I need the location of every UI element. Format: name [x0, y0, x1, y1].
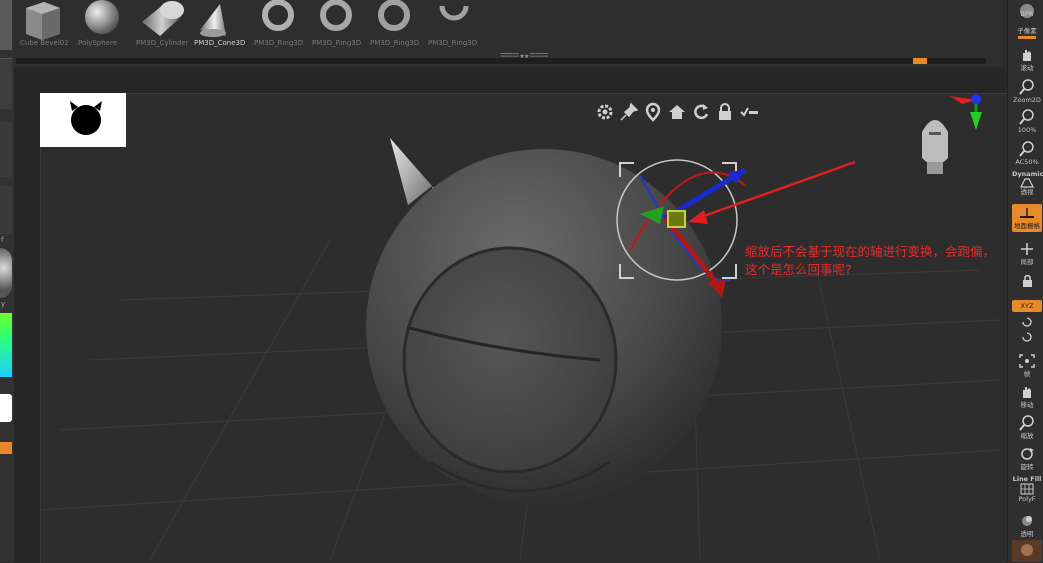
- perspective-label: 透视: [1020, 188, 1034, 196]
- move-hand-icon: [1016, 383, 1038, 401]
- bpr-button[interactable]: BPR: [1012, 2, 1042, 18]
- ghost-button[interactable]: [1012, 540, 1042, 562]
- floor-grid-icon: [1016, 204, 1038, 222]
- check-toggle-icon[interactable]: [738, 101, 759, 123]
- frame-label: 帧: [1023, 370, 1031, 378]
- bpr-label: BPR: [1020, 10, 1034, 18]
- perspective-icon: [1016, 178, 1038, 188]
- linefill-label: Line Fill: [1012, 475, 1042, 483]
- frame-icon: [1016, 352, 1038, 370]
- annotation-text: 缩放后不会基于现在的轴进行变换，会跑偏，这个是怎么回事呢?: [745, 244, 996, 277]
- lock-icon[interactable]: [714, 101, 735, 123]
- zoom100-button[interactable]: 100%: [1012, 108, 1042, 134]
- zoom2d-label: Zoom2D: [1013, 96, 1041, 104]
- xyz-label: XYZ: [1020, 302, 1034, 310]
- move-label: 移动: [1020, 401, 1034, 409]
- navigator-panel[interactable]: [40, 93, 126, 147]
- perspective-button[interactable]: Dynamic 透视: [1012, 170, 1043, 196]
- model-silhouette-icon: [70, 101, 102, 135]
- floor-grid-label: 地面栅格: [1014, 222, 1040, 230]
- subpixel-slider[interactable]: [1018, 36, 1036, 39]
- frame-button[interactable]: 帧: [1012, 352, 1042, 378]
- scroll-hand-icon: [1016, 46, 1038, 64]
- dynamic-label: Dynamic: [1012, 170, 1043, 178]
- polyframe-button[interactable]: Line Fill PolyF: [1012, 475, 1042, 503]
- polyf-label: PolyF: [1018, 495, 1036, 503]
- transparent-label: 透明: [1020, 530, 1034, 538]
- polyframe-icon: [1016, 483, 1038, 495]
- scroll-label: 滚动: [1020, 64, 1034, 72]
- pin-icon[interactable]: [618, 101, 639, 123]
- subpixel-button[interactable]: 子像素: [1012, 27, 1042, 39]
- scale-button[interactable]: 缩放: [1012, 414, 1042, 440]
- zoom2d-icon: [1016, 78, 1038, 96]
- home-icon[interactable]: [666, 101, 687, 123]
- ghost-icon: [1016, 540, 1038, 558]
- zoom2d-button[interactable]: Zoom2D: [1012, 78, 1042, 104]
- move-button[interactable]: 移动: [1012, 383, 1042, 409]
- viewport-scene[interactable]: [0, 0, 1007, 562]
- ac50-label: AC50%: [1015, 158, 1039, 166]
- rotate-y-button[interactable]: [1012, 316, 1042, 328]
- local-label: 局部: [1020, 258, 1034, 266]
- location-pin-icon[interactable]: [642, 101, 663, 123]
- zoom100-label: 100%: [1017, 126, 1037, 134]
- gizmo-toolbar: [594, 101, 759, 123]
- subpixel-label: 子像素: [1017, 27, 1037, 35]
- rotate-label: 旋转: [1020, 463, 1034, 471]
- scroll-button[interactable]: 滚动: [1012, 46, 1042, 72]
- gear-icon[interactable]: [594, 101, 615, 123]
- transparent-button[interactable]: 透明: [1012, 512, 1042, 538]
- zoom100-icon: [1016, 108, 1038, 126]
- scale-label: 缩放: [1020, 432, 1034, 440]
- rotate-button[interactable]: 旋转: [1012, 445, 1042, 471]
- scale-icon: [1016, 414, 1038, 432]
- lock-icon: [1016, 272, 1038, 290]
- right-shelf: BPR 子像素 滚动 Zoom2D 100% AC50% Dynamic 透视: [1007, 0, 1043, 562]
- ac50-button[interactable]: AC50%: [1012, 140, 1042, 166]
- reset-icon[interactable]: [690, 101, 711, 123]
- ac50-icon: [1016, 140, 1038, 158]
- rotate-y-icon: [1016, 316, 1038, 328]
- local-button[interactable]: 局部: [1012, 240, 1042, 266]
- axis-indicator: [950, 94, 982, 130]
- xyz-button[interactable]: XYZ: [1012, 300, 1042, 312]
- lock-button[interactable]: [1012, 272, 1042, 290]
- local-icon: [1016, 240, 1038, 258]
- transparent-icon: [1016, 512, 1038, 530]
- rotate-z-button[interactable]: [1012, 331, 1042, 343]
- rotate-z-icon: [1016, 331, 1038, 343]
- head-orientation-icon: [922, 120, 948, 174]
- rotate-icon: [1016, 445, 1038, 463]
- floor-grid-button[interactable]: 地面栅格: [1012, 204, 1042, 232]
